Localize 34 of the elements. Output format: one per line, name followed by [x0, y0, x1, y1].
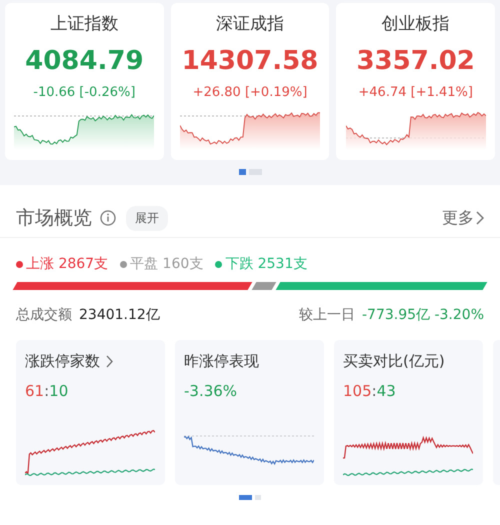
index-value: 4084.79 [25, 46, 144, 76]
breadth-label: 平盘 160支 [130, 255, 204, 273]
stat-card[interactable]: 昨涨停表现 -3.36% [175, 340, 324, 485]
index-name: 创业板指 [382, 13, 450, 36]
more-link[interactable]: 更多 [442, 208, 484, 228]
ratio-value: 61:10 [25, 382, 68, 400]
index-name: 上证指数 [50, 13, 118, 36]
breadth-label: 上涨 2867支 [26, 255, 108, 273]
section-title: 市场概览 [16, 206, 92, 231]
info-icon[interactable] [100, 210, 116, 226]
index-card[interactable]: 创业板指 3357.02 +46.74 [+1.41%] [336, 3, 496, 160]
stat-card[interactable]: 涨跌停家数 61:10 [16, 340, 165, 485]
compare-value: -773.95亿 -3.20% [362, 306, 484, 324]
page-indicator[interactable] [238, 169, 246, 175]
stat-card[interactable]: 买卖对比(亿元) 105:43 [334, 340, 483, 485]
index-card[interactable]: 深证成指 14307.58 +26.80 [+0.19%] [170, 3, 330, 160]
turnover-value: 23401.12亿 [79, 306, 160, 324]
index-change: +46.74 [+1.41%] [358, 85, 473, 100]
index-name: 深证成指 [216, 13, 284, 36]
index-card[interactable]: 上证指数 4084.79 -10.66 [-0.26%] [5, 3, 164, 160]
card-title: 昨涨停表现 [184, 352, 259, 371]
breadth-label: 下跌 2531支 [225, 255, 308, 273]
compare-label: 较上一日 [298, 306, 355, 324]
expand-button[interactable]: 展开 [126, 206, 168, 230]
index-value: 3357.02 [356, 46, 475, 76]
percent-value: -3.36% [184, 382, 238, 400]
chevron-right-icon [476, 211, 484, 225]
card-title: 涨跌停家数 [25, 352, 100, 371]
ratio-value: 105:43 [343, 382, 396, 400]
index-change: +26.80 [+0.19%] [192, 85, 308, 100]
card-title: 买卖对比(亿元) [343, 352, 445, 371]
index-value: 14307.58 [182, 46, 318, 76]
index-change: -10.66 [-0.26%] [33, 85, 136, 100]
turnover-label: 总成交额 [16, 306, 72, 324]
